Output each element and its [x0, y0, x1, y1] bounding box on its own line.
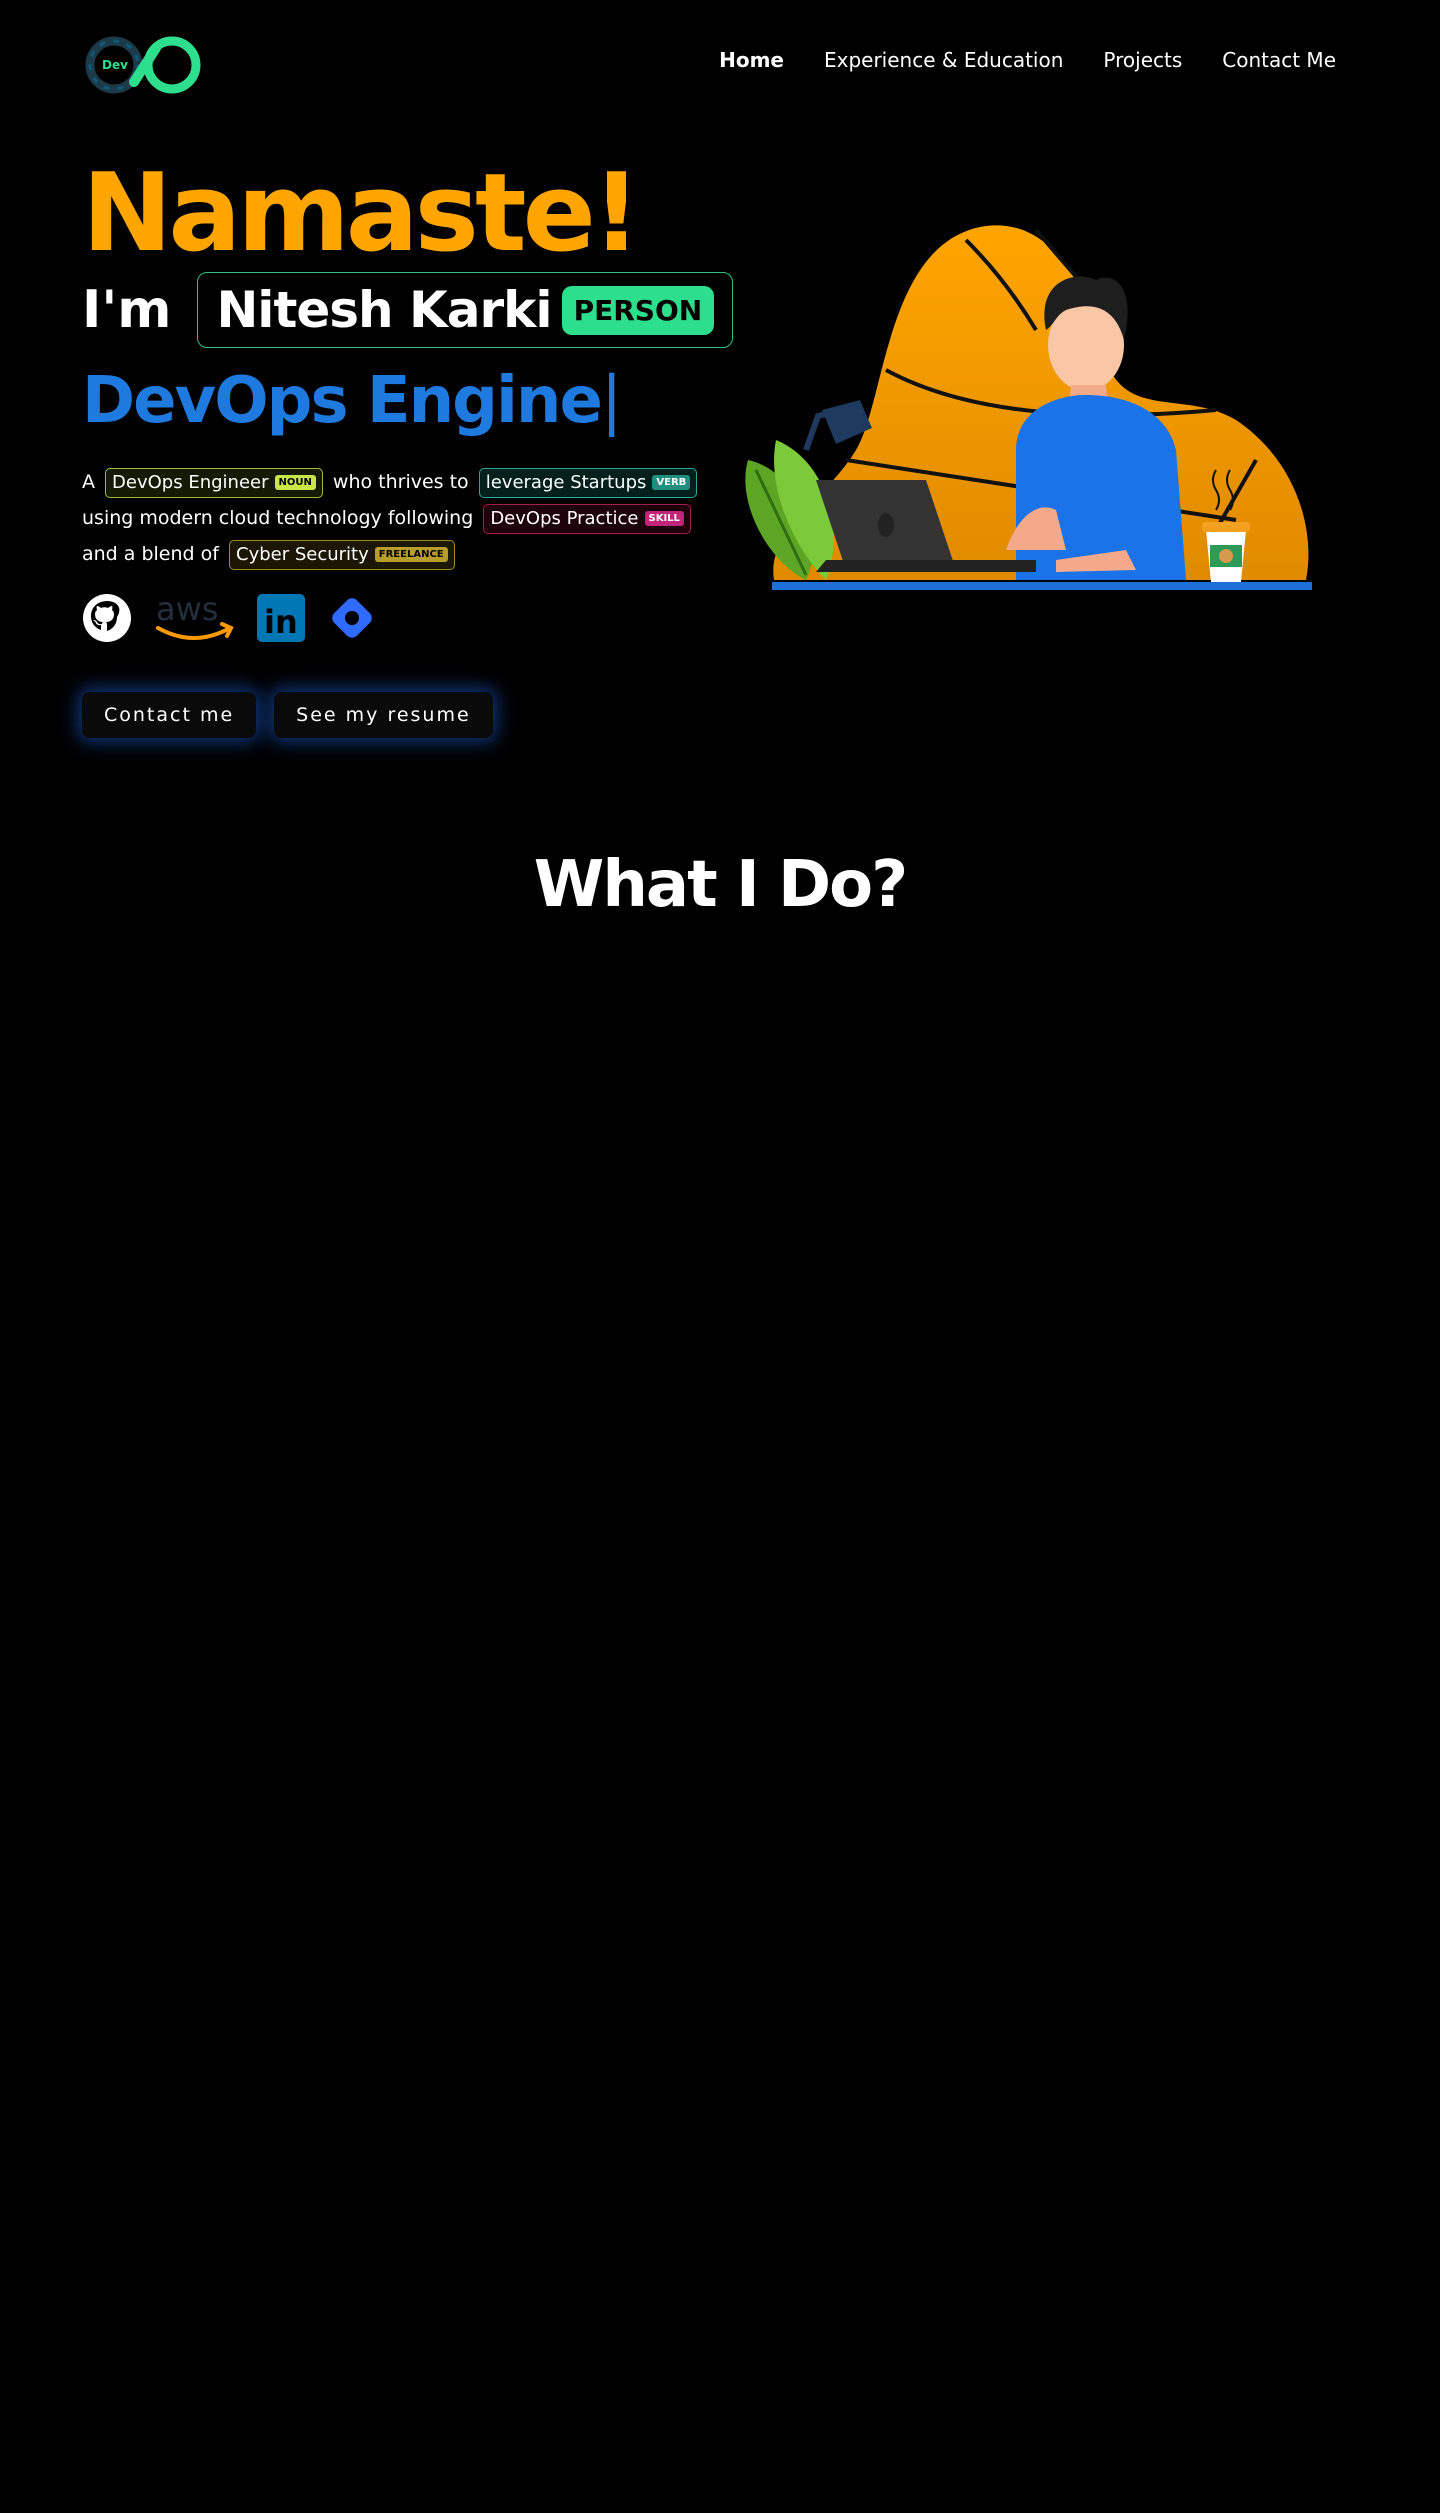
chip-cyber-security: Cyber Security FREELANCE — [229, 539, 455, 570]
chip-tag: VERB — [652, 475, 691, 490]
chip-label: Cyber Security — [236, 543, 369, 565]
social-links: aws in — [82, 590, 378, 648]
see-resume-button[interactable]: See my resume — [274, 692, 493, 738]
chip-tag: NOUN — [274, 475, 316, 490]
linkedin-icon[interactable]: in — [256, 593, 306, 647]
desc-text: who thrives to — [332, 471, 469, 493]
person-tag: PERSON — [561, 285, 715, 335]
role-typewriter: DevOps Engine| — [82, 364, 623, 438]
chip-label: DevOps Practice — [490, 507, 639, 529]
role-text: DevOps Engine — [82, 364, 603, 438]
nav-menu: Home Experience & Education Projects Con… — [719, 48, 1336, 72]
name-entity-box: Nitesh Karki PERSON — [197, 272, 734, 348]
aws-icon[interactable]: aws — [152, 590, 236, 648]
diamond-icon[interactable] — [326, 592, 378, 648]
nav-projects[interactable]: Projects — [1103, 48, 1182, 72]
hero-description: A DevOps Engineer NOUN who thrives to le… — [82, 464, 722, 572]
chip-devops-engineer: DevOps Engineer NOUN — [105, 467, 323, 498]
svg-text:in: in — [264, 603, 298, 641]
nav-contact-me[interactable]: Contact Me — [1222, 48, 1336, 72]
chip-label: DevOps Engineer — [112, 471, 269, 493]
chip-devops-practice: DevOps Practice SKILL — [483, 503, 691, 534]
chip-tag: SKILL — [644, 511, 684, 526]
what-i-do-heading: What I Do? — [533, 848, 909, 922]
svg-text:aws: aws — [156, 592, 218, 628]
nav-home[interactable]: Home — [719, 48, 784, 72]
site-logo[interactable]: Dev — [84, 34, 208, 96]
desc-text: using modern cloud technology following — [82, 507, 474, 529]
developer-illustration — [736, 200, 1316, 600]
desc-text: and a blend of — [82, 543, 219, 565]
typing-cursor: | — [600, 364, 623, 438]
person-name: Nitesh Karki — [216, 281, 552, 339]
devops-infinity-icon: Dev — [85, 36, 201, 94]
chip-label: leverage Startups — [485, 471, 647, 493]
nav-experience-education[interactable]: Experience & Education — [824, 48, 1063, 72]
chip-leverage-startups: leverage Startups VERB — [478, 467, 698, 498]
desc-text: A — [82, 471, 95, 493]
name-row: I'm Nitesh Karki PERSON — [82, 272, 734, 348]
im-label: I'm — [82, 280, 172, 340]
contact-me-button[interactable]: Contact me — [82, 692, 257, 738]
chip-tag: FREELANCE — [374, 547, 448, 562]
greeting-heading: Namaste! — [82, 151, 641, 276]
hero-buttons: Contact me See my resume — [82, 692, 493, 738]
svg-text:Dev: Dev — [102, 58, 128, 72]
top-navbar: Dev Home Experience & Education Projects… — [0, 0, 1440, 130]
github-icon[interactable] — [82, 593, 132, 647]
